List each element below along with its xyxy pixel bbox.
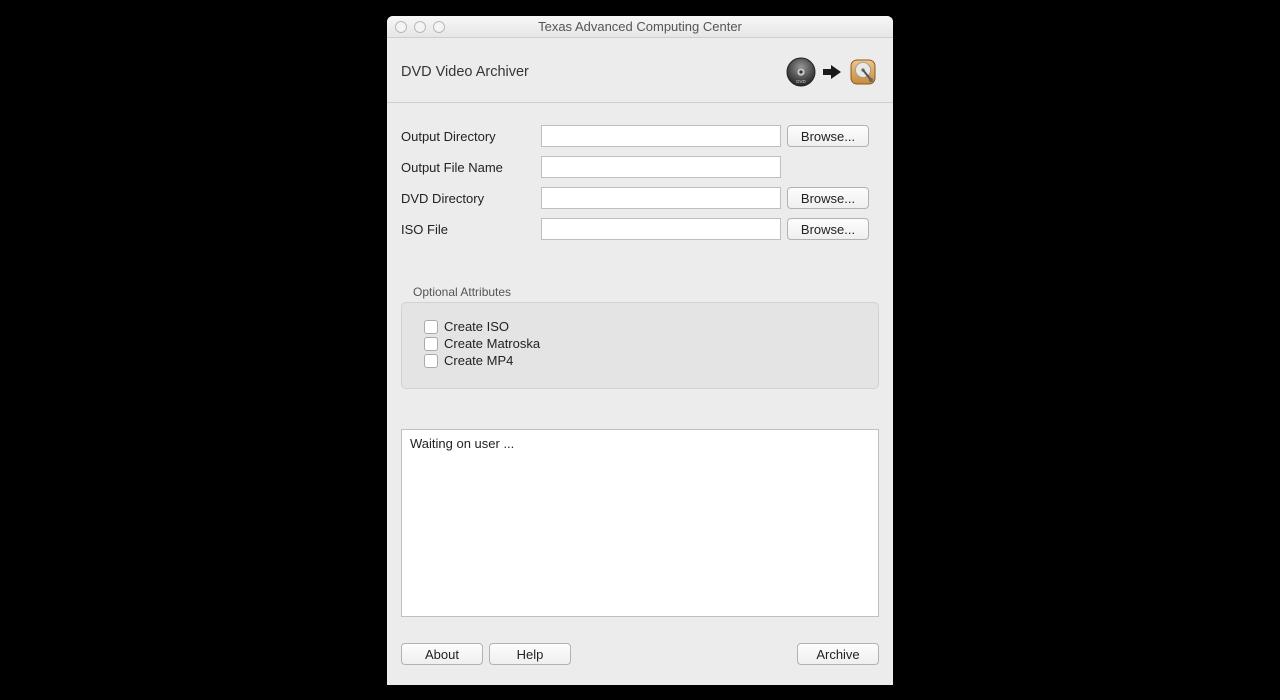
checkbox-create-mp4[interactable] — [424, 354, 438, 368]
checkbox-create-matroska[interactable] — [424, 337, 438, 351]
header: DVD Video Archiver DVD — [387, 38, 893, 103]
label-create-iso: Create ISO — [444, 319, 509, 334]
window-title: Texas Advanced Computing Center — [387, 19, 893, 34]
browse-dvd-directory-button[interactable]: Browse... — [787, 187, 869, 209]
input-output-file-name[interactable] — [541, 156, 781, 178]
input-iso-file[interactable] — [541, 218, 781, 240]
traffic-lights — [395, 21, 445, 33]
optional-attributes-section: Optional Attributes Create ISO Create Ma… — [401, 285, 879, 389]
header-icons: DVD — [785, 56, 879, 88]
zoom-dot[interactable] — [433, 21, 445, 33]
row-output-file-name: Output File Name — [401, 156, 879, 178]
about-button[interactable]: About — [401, 643, 483, 665]
optional-fieldset: Create ISO Create Matroska Create MP4 — [401, 302, 879, 389]
arrow-right-icon — [821, 62, 843, 82]
input-dvd-directory[interactable] — [541, 187, 781, 209]
log-textarea[interactable]: Waiting on user ... — [401, 429, 879, 617]
label-iso-file: ISO File — [401, 222, 541, 237]
footer-left: About Help — [401, 643, 571, 665]
hard-drive-icon — [847, 56, 879, 88]
label-create-mp4: Create MP4 — [444, 353, 513, 368]
optional-legend: Optional Attributes — [413, 285, 879, 299]
row-dvd-directory: DVD Directory Browse... — [401, 187, 879, 209]
row-output-directory: Output Directory Browse... — [401, 125, 879, 147]
label-dvd-directory: DVD Directory — [401, 191, 541, 206]
browse-iso-file-button[interactable]: Browse... — [787, 218, 869, 240]
check-row-create-mp4: Create MP4 — [424, 353, 856, 368]
label-output-directory: Output Directory — [401, 129, 541, 144]
check-row-create-matroska: Create Matroska — [424, 336, 856, 351]
check-row-create-iso: Create ISO — [424, 319, 856, 334]
label-output-file-name: Output File Name — [401, 160, 541, 175]
label-create-matroska: Create Matroska — [444, 336, 540, 351]
svg-text:DVD: DVD — [796, 79, 806, 84]
form-area: Output Directory Browse... Output File N… — [387, 103, 893, 257]
close-dot[interactable] — [395, 21, 407, 33]
titlebar: Texas Advanced Computing Center — [387, 16, 893, 38]
help-button[interactable]: Help — [489, 643, 571, 665]
app-window: Texas Advanced Computing Center DVD Vide… — [387, 16, 893, 685]
app-title: DVD Video Archiver — [401, 64, 529, 80]
browse-output-directory-button[interactable]: Browse... — [787, 125, 869, 147]
input-output-directory[interactable] — [541, 125, 781, 147]
footer: About Help Archive — [387, 631, 893, 685]
minimize-dot[interactable] — [414, 21, 426, 33]
checkbox-create-iso[interactable] — [424, 320, 438, 334]
archive-button[interactable]: Archive — [797, 643, 879, 665]
row-iso-file: ISO File Browse... — [401, 218, 879, 240]
dvd-icon: DVD — [785, 56, 817, 88]
